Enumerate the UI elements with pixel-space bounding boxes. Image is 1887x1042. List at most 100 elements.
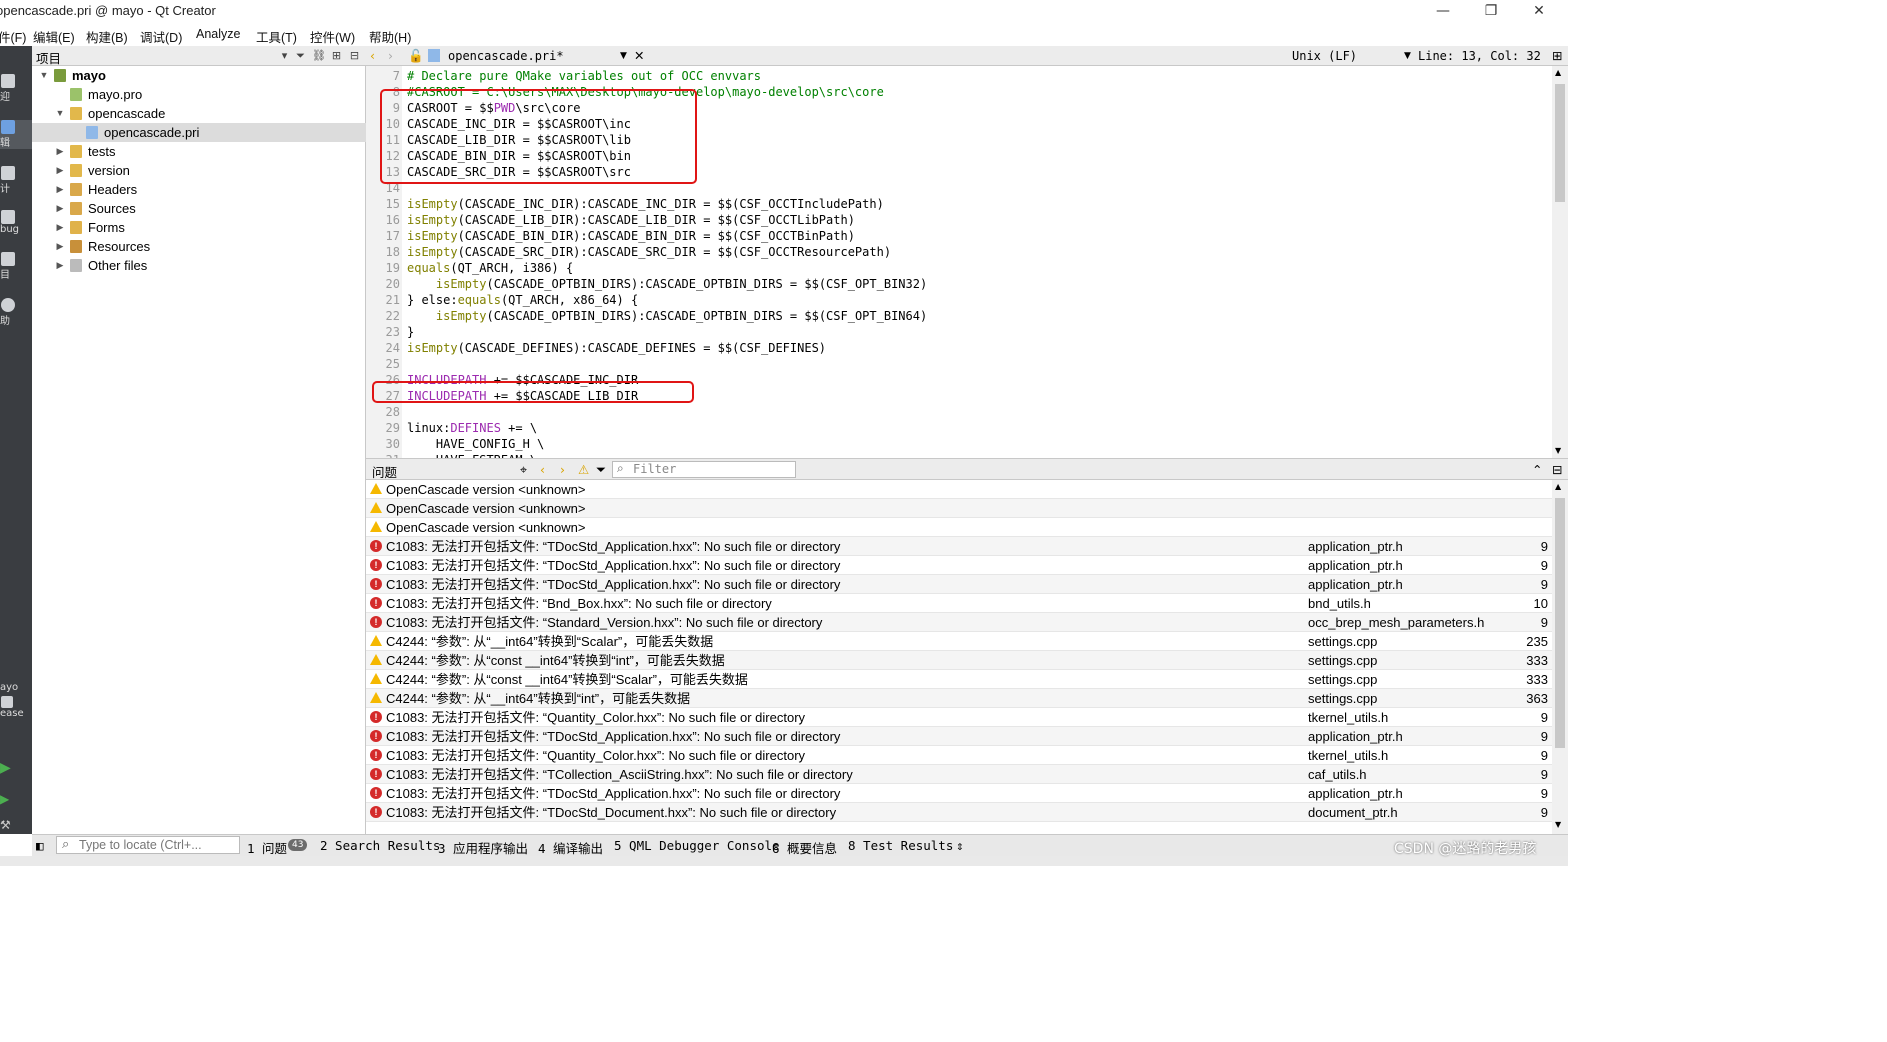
close-panel-icon[interactable]: ⊟ bbox=[1552, 462, 1562, 477]
cursor-position[interactable]: Line: 13, Col: 32 bbox=[1418, 49, 1541, 63]
issue-row[interactable]: OpenCascade version <unknown> bbox=[366, 518, 1552, 537]
mode-debug[interactable]: bug bbox=[0, 210, 32, 235]
next-icon[interactable]: › bbox=[560, 462, 565, 477]
scroll-up-icon[interactable]: ▲ bbox=[1555, 68, 1561, 77]
link-icon[interactable]: ⛓ bbox=[312, 49, 326, 62]
maximize-panel-icon[interactable]: ⌃ bbox=[1532, 462, 1542, 477]
output-tab-issues[interactable]: 1 问题 bbox=[247, 838, 287, 857]
tree-item[interactable]: ▼ mayo bbox=[32, 66, 366, 85]
issue-row[interactable]: ! C1083: 无法打开包括文件: “TDocStd_Document.hxx”… bbox=[366, 803, 1552, 822]
tree-item[interactable]: ▶ Resources bbox=[32, 237, 366, 256]
menu-edit[interactable]: 编辑(E) bbox=[33, 27, 75, 46]
forward-icon[interactable]: › bbox=[388, 48, 393, 63]
previous-icon[interactable]: ‹ bbox=[540, 462, 545, 477]
editor-scrollbar[interactable]: ▲ ▼ bbox=[1552, 66, 1568, 458]
tree-item[interactable]: ▶ tests bbox=[32, 142, 366, 161]
issue-row[interactable]: C4244: “参数”: 从“__int64”转换到“int”，可能丢失数据 se… bbox=[366, 689, 1552, 708]
menu-debug[interactable]: 调试(D) bbox=[140, 27, 182, 46]
debug-run-button[interactable]: ▶ bbox=[0, 792, 32, 806]
chevron-down-icon[interactable]: ▼ bbox=[38, 66, 50, 85]
chevron-down-icon[interactable]: ▼ bbox=[54, 104, 66, 123]
kit-selector[interactable]: ayo ease bbox=[0, 682, 32, 719]
menu-analyze[interactable]: Analyze bbox=[196, 27, 240, 41]
menu-tools[interactable]: 工具(T) bbox=[256, 27, 297, 46]
issue-row[interactable]: ! C1083: 无法打开包括文件: “TDocStd_Application.h… bbox=[366, 784, 1552, 803]
issue-row[interactable]: ! C1083: 无法打开包括文件: “TDocStd_Application.h… bbox=[366, 575, 1552, 594]
chevron-right-icon[interactable]: ▶ bbox=[54, 180, 66, 199]
menu-file[interactable]: 件(F) bbox=[0, 27, 26, 46]
tree-item[interactable]: ▶ Other files bbox=[32, 256, 366, 275]
editor-scroll-thumb[interactable] bbox=[1555, 84, 1565, 202]
close-pane-icon[interactable]: ⊟ bbox=[348, 49, 361, 62]
restore-button[interactable]: ❐ bbox=[1468, 0, 1514, 24]
tree-item[interactable]: ▶ Sources bbox=[32, 199, 366, 218]
menu-build[interactable]: 构建(B) bbox=[86, 27, 128, 46]
close-button[interactable]: ✕ bbox=[1516, 0, 1562, 24]
tree-item[interactable]: mayo.pro bbox=[32, 85, 366, 104]
run-button[interactable]: ▶ bbox=[0, 760, 32, 776]
filter-icon[interactable]: ⏷ bbox=[294, 49, 307, 62]
issue-row[interactable]: ! C1083: 无法打开包括文件: “TDocStd_Application.h… bbox=[366, 537, 1552, 556]
chevron-right-icon[interactable]: ▶ bbox=[54, 218, 66, 237]
split-icon[interactable]: ⊞ bbox=[1552, 48, 1562, 63]
issue-row[interactable]: C4244: “参数”: 从“__int64”转换到“Scalar”，可能丢失数… bbox=[366, 632, 1552, 651]
issue-row[interactable]: ! C1083: 无法打开包括文件: “Quantity_Color.hxx”: … bbox=[366, 746, 1552, 765]
chevron-right-icon[interactable]: ▶ bbox=[54, 256, 66, 275]
chevron-right-icon[interactable]: ▶ bbox=[54, 199, 66, 218]
issue-row[interactable]: ! C1083: 无法打开包括文件: “Bnd_Box.hxx”: No such… bbox=[366, 594, 1552, 613]
clear-icon[interactable]: ⌖ bbox=[520, 462, 527, 478]
mode-projects[interactable]: 目 bbox=[0, 252, 32, 281]
locator-input[interactable]: Type to locate (Ctrl+... bbox=[56, 836, 240, 854]
issues-filter-input[interactable]: Filter bbox=[612, 461, 796, 478]
issues-scroll-thumb[interactable] bbox=[1555, 498, 1565, 748]
output-tab-app-output[interactable]: 3 应用程序输出 bbox=[438, 838, 528, 857]
project-view-selector[interactable]: 项目 bbox=[36, 48, 61, 67]
more-tabs-icon[interactable]: ⇕ bbox=[956, 838, 964, 853]
chevron-down-icon[interactable]: ▾ bbox=[278, 49, 291, 62]
chevron-down-icon[interactable]: ▼ bbox=[1404, 51, 1411, 61]
warning-filter-icon[interactable]: ⚠ bbox=[578, 462, 589, 477]
toggle-sidebar-icon[interactable]: ◧ bbox=[36, 838, 44, 853]
issue-row[interactable]: ! C1083: 无法打开包括文件: “TCollection_AsciiStri… bbox=[366, 765, 1552, 784]
scroll-down-icon[interactable]: ▼ bbox=[1555, 820, 1561, 829]
chevron-right-icon[interactable]: ▶ bbox=[54, 161, 66, 180]
scroll-up-icon[interactable]: ▲ bbox=[1555, 482, 1561, 491]
split-icon[interactable]: ⊞ bbox=[330, 49, 343, 62]
issue-row[interactable]: C4244: “参数”: 从“const __int64”转换到“Scalar”… bbox=[366, 670, 1552, 689]
output-tab-tests[interactable]: 8 Test Results bbox=[848, 838, 953, 853]
issue-row[interactable]: ! C1083: 无法打开包括文件: “TDocStd_Application.h… bbox=[366, 556, 1552, 575]
tree-item[interactable]: opencascade.pri bbox=[32, 123, 366, 142]
issue-row[interactable]: ! C1083: 无法打开包括文件: “Quantity_Color.hxx”: … bbox=[366, 708, 1552, 727]
tree-item[interactable]: ▼ opencascade bbox=[32, 104, 366, 123]
issue-row[interactable]: OpenCascade version <unknown> bbox=[366, 499, 1552, 518]
document-selector[interactable]: opencascade.pri* bbox=[448, 49, 564, 63]
output-tab-search[interactable]: 2 Search Results bbox=[320, 838, 440, 853]
tree-item[interactable]: ▶ Headers bbox=[32, 180, 366, 199]
scroll-down-icon[interactable]: ▼ bbox=[1555, 446, 1561, 455]
tree-item[interactable]: ▶ Forms bbox=[32, 218, 366, 237]
tree-item[interactable]: ▶ version bbox=[32, 161, 366, 180]
issues-scrollbar[interactable]: ▲ ▼ bbox=[1552, 480, 1568, 834]
menu-help[interactable]: 帮助(H) bbox=[369, 27, 411, 46]
issue-row[interactable]: OpenCascade version <unknown> bbox=[366, 480, 1552, 499]
menu-window[interactable]: 控件(W) bbox=[310, 27, 355, 46]
output-tab-general[interactable]: 6 概要信息 bbox=[772, 838, 837, 857]
mode-help[interactable]: 助 bbox=[0, 298, 32, 327]
back-icon[interactable]: ‹ bbox=[370, 48, 375, 63]
minimize-button[interactable]: — bbox=[1420, 0, 1466, 24]
chevron-down-icon[interactable]: ▼ bbox=[620, 51, 627, 61]
chevron-right-icon[interactable]: ▶ bbox=[54, 237, 66, 256]
filter-icon[interactable]: ⏷ bbox=[596, 462, 606, 478]
mode-edit[interactable]: 辑 bbox=[0, 120, 32, 149]
output-tab-compile[interactable]: 4 编译输出 bbox=[538, 838, 603, 857]
build-button[interactable]: ⚒ bbox=[0, 818, 32, 832]
issue-row[interactable]: C4244: “参数”: 从“const __int64”转换到“int”，可能… bbox=[366, 651, 1552, 670]
line-ending-selector[interactable]: Unix (LF) bbox=[1292, 49, 1357, 63]
output-tab-qml[interactable]: 5 QML Debugger Console bbox=[614, 838, 780, 853]
issue-row[interactable]: ! C1083: 无法打开包括文件: “Standard_Version.hxx”… bbox=[366, 613, 1552, 632]
issue-row[interactable]: ! C1083: 无法打开包括文件: “TDocStd_Application.h… bbox=[366, 727, 1552, 746]
close-document-icon[interactable]: ✕ bbox=[634, 48, 644, 63]
mode-design[interactable]: 计 bbox=[0, 166, 32, 195]
chevron-right-icon[interactable]: ▶ bbox=[54, 142, 66, 161]
mode-welcome[interactable]: 迎 bbox=[0, 74, 32, 103]
